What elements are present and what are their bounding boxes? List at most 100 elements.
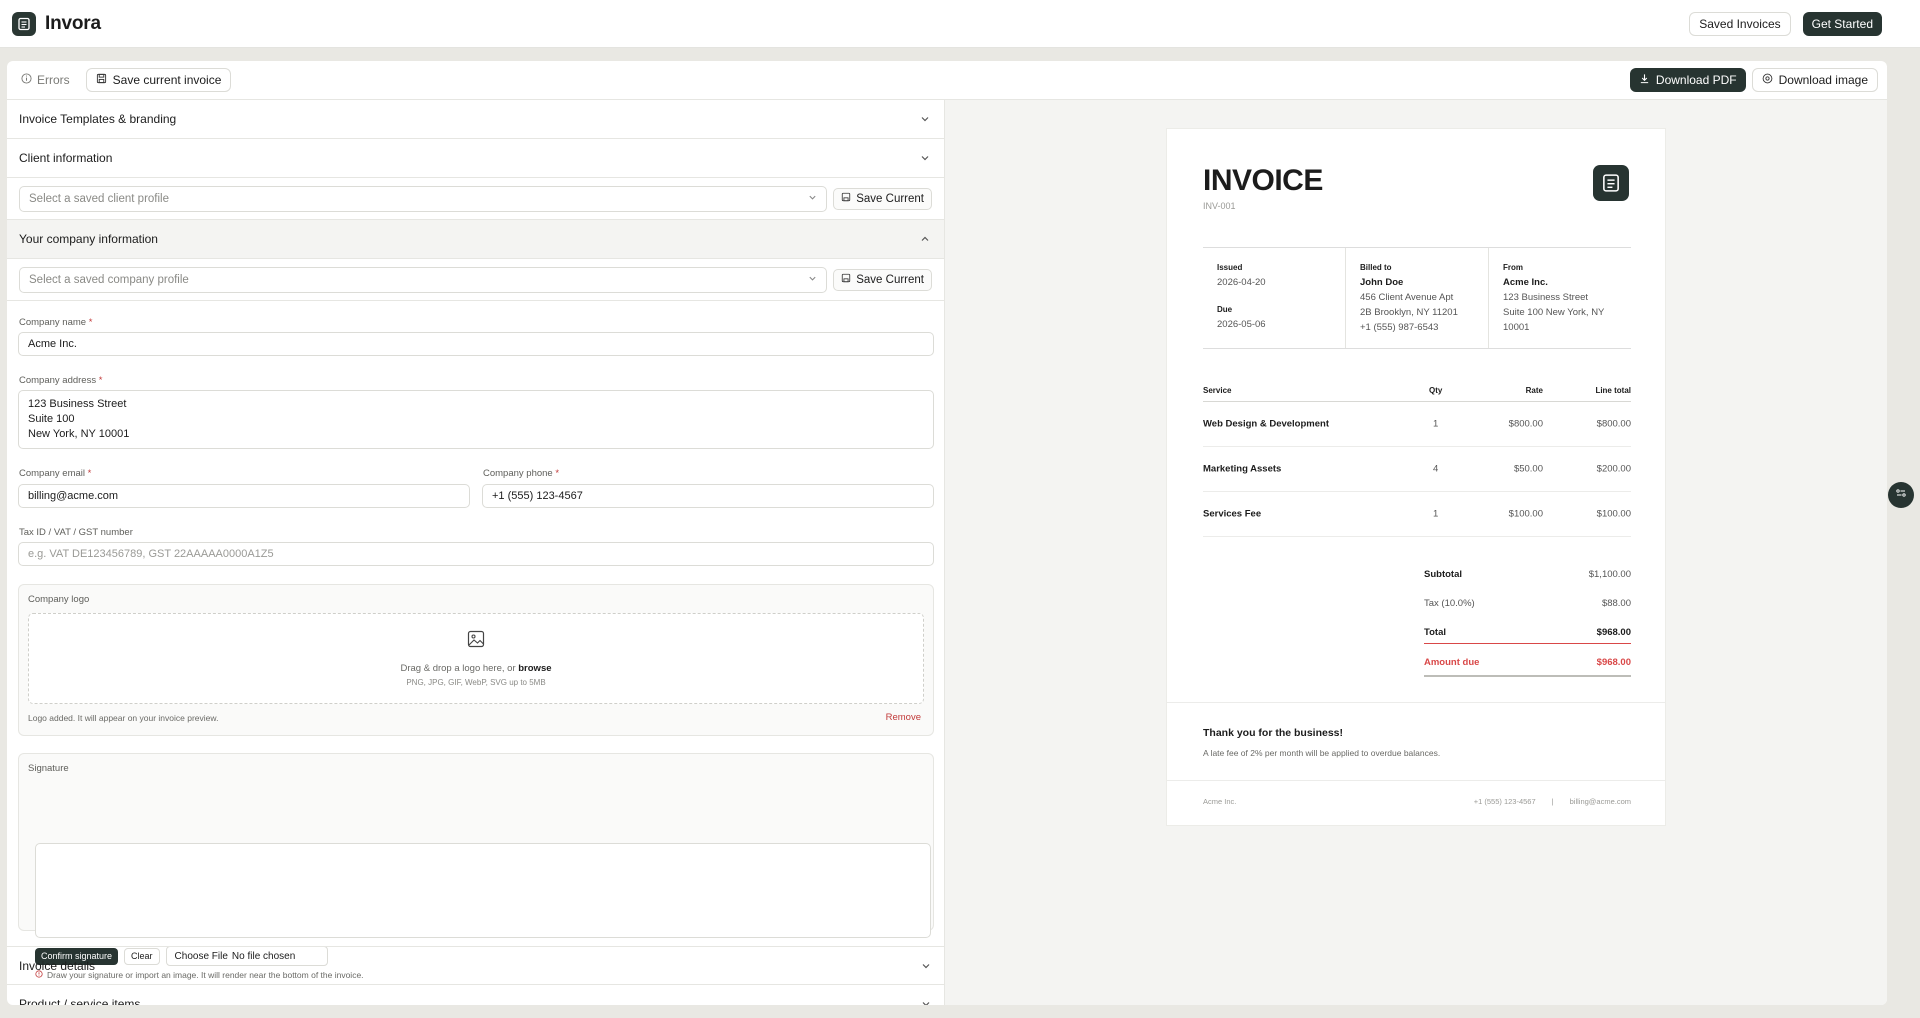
company-profile-select[interactable]: Select a saved company profile bbox=[19, 266, 828, 293]
section-title: Client information bbox=[19, 151, 113, 165]
table-row: Web Design & Development 1 $800.00 $800.… bbox=[1203, 402, 1631, 447]
section-product-items[interactable]: Product / service items bbox=[7, 985, 945, 1005]
download-pdf-button[interactable]: Download PDF bbox=[1629, 68, 1746, 92]
item-rate: $50.00 bbox=[1513, 463, 1543, 475]
from-address-2: Suite 100 New York, NY bbox=[1503, 307, 1605, 318]
item-qty: 1 bbox=[1433, 418, 1439, 430]
company-name-input[interactable]: Acme Inc. bbox=[18, 332, 934, 356]
chevron-down-icon bbox=[808, 193, 817, 205]
col-rate: Rate bbox=[1525, 386, 1543, 395]
remove-logo-button[interactable]: Remove bbox=[886, 712, 921, 723]
amount-due-value: $968.00 bbox=[1596, 657, 1631, 668]
totals-bottom-rule bbox=[1424, 675, 1631, 677]
save-company-profile-button[interactable]: Save Current bbox=[833, 268, 932, 291]
chevron-down-icon bbox=[919, 997, 933, 1005]
save-current-label: Save Current bbox=[856, 192, 924, 205]
amount-due-divider bbox=[1424, 643, 1631, 644]
list-toggle-icon bbox=[1895, 486, 1907, 504]
from-label: From bbox=[1503, 263, 1523, 272]
due-date: 2026-05-06 bbox=[1217, 319, 1266, 330]
tax-value: $88.00 bbox=[1601, 598, 1631, 609]
editor-toolbar: Errors Save current invoice Download PDF… bbox=[7, 61, 1887, 100]
footer-company: Acme Inc. bbox=[1203, 797, 1237, 806]
chevron-up-icon bbox=[918, 232, 932, 246]
item-service: Web Design & Development bbox=[1203, 418, 1329, 430]
section-title: Invoice Templates & branding bbox=[19, 112, 177, 126]
item-rate: $800.00 bbox=[1508, 418, 1543, 430]
company-address-textarea[interactable]: 123 Business Street Suite 100 New York, … bbox=[18, 390, 934, 449]
section-client-information[interactable]: Client information bbox=[7, 139, 944, 178]
footer-phone: +1 (555) 123-4567 bbox=[1473, 797, 1536, 806]
save-client-profile-button[interactable]: Save Current bbox=[833, 187, 932, 210]
item-service: Marketing Assets bbox=[1203, 463, 1282, 475]
saved-invoices-button[interactable]: Saved Invoices bbox=[1689, 12, 1791, 36]
subtotal-label: Subtotal bbox=[1424, 569, 1462, 580]
total-label: Total bbox=[1424, 627, 1446, 638]
download-image-label: Download image bbox=[1778, 73, 1868, 87]
save-icon bbox=[96, 73, 107, 87]
section-templates-branding[interactable]: Invoice Templates & branding bbox=[7, 100, 944, 139]
thanks-divider bbox=[1167, 702, 1665, 703]
due-label: Due bbox=[1217, 305, 1233, 314]
thanks-message: Thank you for the business! bbox=[1203, 727, 1344, 739]
company-phone-input[interactable]: +1 (555) 123-4567 bbox=[482, 484, 934, 508]
chevron-down-icon bbox=[918, 151, 932, 165]
save-current-invoice-button[interactable]: Save current invoice bbox=[85, 68, 232, 92]
item-qty: 1 bbox=[1433, 508, 1439, 520]
billed-name: John Doe bbox=[1360, 277, 1404, 288]
info-circle-icon bbox=[21, 73, 32, 87]
item-total: $800.00 bbox=[1596, 418, 1631, 430]
logo-status: Logo added. It will appear on your invoi… bbox=[28, 713, 219, 723]
from-address-3: 10001 bbox=[1503, 322, 1530, 333]
billed-address-2: 2B Brooklyn, NY 11201 bbox=[1360, 307, 1458, 318]
save-current-label: Save Current bbox=[856, 273, 924, 286]
company-form: Company name * Acme Inc. Company address… bbox=[7, 301, 944, 931]
company-email-input[interactable]: billing@acme.com bbox=[18, 484, 470, 508]
from-name: Acme Inc. bbox=[1503, 277, 1548, 288]
signature-canvas[interactable] bbox=[35, 843, 931, 938]
company-logo-panel: Company logo Drag & drop a logo here, or… bbox=[18, 584, 934, 736]
select-placeholder: Select a saved client profile bbox=[29, 192, 169, 205]
footer-email: billing@acme.com bbox=[1569, 797, 1631, 806]
errors-button[interactable]: Errors bbox=[17, 73, 74, 87]
tax-id-label: Tax ID / VAT / GST number bbox=[19, 527, 133, 538]
dropzone-formats: PNG, JPG, GIF, WebP, SVG up to 5MB bbox=[406, 678, 546, 687]
app-logo-icon bbox=[12, 11, 36, 36]
company-email-label: Company email * bbox=[19, 468, 92, 479]
logo-dropzone[interactable]: Drag & drop a logo here, or browse PNG, … bbox=[28, 613, 924, 704]
footer-separator: | bbox=[1551, 797, 1554, 806]
errors-label: Errors bbox=[37, 73, 70, 87]
invoice-document: INVOICE INV-001 Issued 2026-04-20 Due 20… bbox=[1167, 129, 1665, 825]
total-value: $968.00 bbox=[1596, 627, 1631, 638]
company-address-label: Company address * bbox=[19, 375, 103, 386]
section-title: Product / service items bbox=[19, 997, 141, 1005]
invoice-number: INV-001 bbox=[1203, 201, 1236, 211]
issued-label: Issued bbox=[1217, 263, 1243, 272]
tax-id-input[interactable]: e.g. VAT DE123456789, GST 22AAAAA0000A1Z… bbox=[18, 542, 934, 566]
invoice-preview-pane: INVOICE INV-001 Issued 2026-04-20 Due 20… bbox=[945, 100, 1887, 1005]
brand[interactable]: Invora bbox=[12, 11, 101, 36]
get-started-button[interactable]: Get Started bbox=[1802, 12, 1882, 36]
browse-link[interactable]: browse bbox=[518, 663, 551, 674]
section-company-information[interactable]: Your company information bbox=[7, 220, 944, 259]
billed-to-label: Billed to bbox=[1360, 263, 1392, 272]
app-name: Invora bbox=[45, 12, 101, 34]
late-fee-note: A late fee of 2% per month will be appli… bbox=[1203, 748, 1441, 758]
footer-contact: +1 (555) 123-4567 | billing@acme.com bbox=[1474, 797, 1631, 806]
col-line-total: Line total bbox=[1595, 386, 1631, 395]
amount-due-row: Amount due $968.00 bbox=[1424, 657, 1631, 668]
billed-address-1: 456 Client Avenue Apt bbox=[1360, 292, 1454, 303]
editor-form-pane: Invoice Templates & branding Client info… bbox=[7, 100, 945, 1005]
select-placeholder: Select a saved company profile bbox=[29, 273, 189, 286]
section-invoice-details[interactable]: Invoice details bbox=[7, 946, 945, 985]
side-panel-toggle-button[interactable] bbox=[1888, 482, 1914, 508]
download-image-button[interactable]: Download image bbox=[1751, 68, 1878, 92]
issued-date: 2026-04-20 bbox=[1217, 277, 1266, 288]
billed-to-column: Billed to John Doe 456 Client Avenue Apt… bbox=[1346, 248, 1489, 348]
chevron-down-icon bbox=[808, 274, 817, 286]
invoice-totals: Subtotal $1,100.00 Tax (10.0%) $88.00 To… bbox=[1424, 569, 1631, 689]
client-profile-select[interactable]: Select a saved client profile bbox=[19, 185, 828, 212]
item-qty: 4 bbox=[1433, 463, 1439, 475]
item-rate: $100.00 bbox=[1508, 508, 1543, 520]
item-total: $200.00 bbox=[1596, 463, 1631, 475]
